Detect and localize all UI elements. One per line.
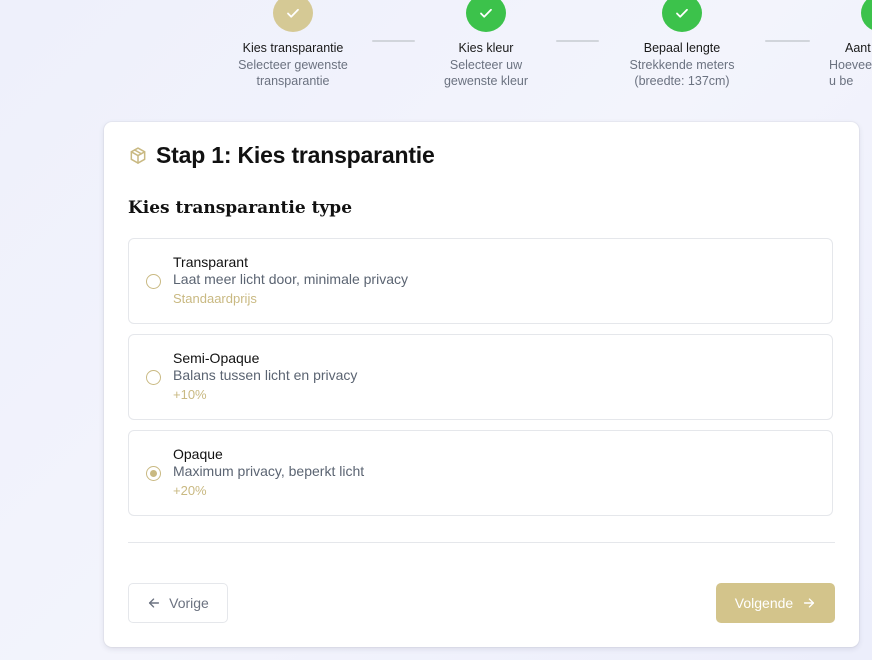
step-circle (273, 0, 313, 32)
step-description: Hoevee u be (829, 58, 872, 88)
option-name: Opaque (173, 446, 223, 462)
step-circle (861, 0, 872, 32)
step-connector (556, 40, 599, 42)
option-semi-opaque[interactable]: Semi-Opaque Balans tussen licht en priva… (128, 334, 833, 420)
step-title: Bepaal lengte (643, 41, 721, 55)
step-connector (765, 40, 810, 42)
radio-button[interactable] (146, 274, 161, 289)
card-header: Stap 1: Kies transparantie (128, 142, 435, 169)
step-title: Kies kleur (458, 41, 514, 55)
step-description: Selecteer uw gewenste kleur (443, 58, 529, 88)
previous-button-label: Vorige (169, 595, 209, 611)
option-name: Semi-Opaque (173, 350, 260, 366)
step-title: Kies transparantie (242, 41, 344, 55)
divider (128, 542, 835, 543)
next-button-label: Volgende (734, 595, 794, 611)
step-card: Stap 1: Kies transparantie Kies transpar… (104, 122, 859, 647)
option-description: Balans tussen licht en privacy (173, 367, 358, 383)
progress-stepper: Kies transparantie Selecteer gewenste tr… (0, 0, 872, 100)
radio-button[interactable] (146, 370, 161, 385)
arrow-left-icon (149, 598, 160, 608)
step-circle (662, 0, 702, 32)
option-description: Maximum privacy, beperkt licht (173, 463, 365, 479)
check-icon (676, 8, 688, 18)
package-icon (130, 146, 146, 164)
option-price: +10% (173, 387, 207, 402)
step-title: Aant (845, 41, 871, 55)
step-description: Strekkende meters (breedte: 137cm) (629, 58, 735, 88)
option-transparant[interactable]: Transparant Laat meer licht door, minima… (128, 238, 833, 324)
option-name: Transparant (173, 254, 248, 270)
next-button[interactable]: Volgende (716, 583, 835, 623)
previous-button[interactable]: Vorige (128, 583, 228, 623)
step-description: Selecteer gewenste transparantie (238, 58, 348, 88)
arrow-right-icon (804, 598, 815, 608)
option-price: Standaardprijs (173, 291, 257, 306)
option-description: Laat meer licht door, minimale privacy (173, 271, 408, 287)
option-opaque[interactable]: Opaque Maximum privacy, beperkt licht +2… (128, 430, 833, 516)
step-connector (372, 40, 415, 42)
card-title: Stap 1: Kies transparantie (156, 142, 435, 168)
option-price: +20% (173, 483, 207, 498)
step-circle (466, 0, 506, 32)
radio-button-selected[interactable] (146, 466, 161, 481)
check-icon (287, 8, 299, 18)
section-title: Kies transparantie type (128, 198, 353, 218)
check-icon (480, 8, 492, 18)
